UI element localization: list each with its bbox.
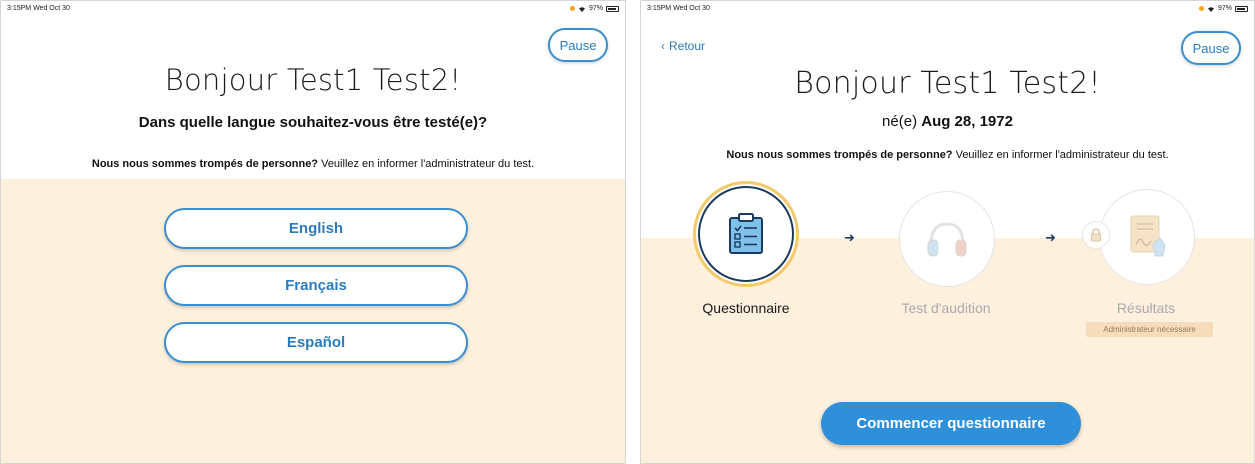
back-label: Retour [669, 39, 706, 53]
step-hearing-test-label: Test d'audition [901, 300, 991, 316]
page-title: Bonjour Test1 Test2! [794, 66, 1101, 101]
back-button[interactable]: ‹ Retour [661, 39, 705, 53]
start-questionnaire-button[interactable]: Commencer questionnaire [821, 402, 1081, 445]
headphones-icon [927, 222, 967, 257]
date-of-birth: né(e) Aug 28, 1972 [641, 113, 1254, 130]
step-hearing-test [899, 191, 995, 287]
arrow-right-icon: ➜ [1045, 230, 1056, 245]
status-time: 3:15PM Wed Oct 30 [647, 5, 710, 12]
wrong-person-notice: Nous nous sommes trompés de personne? Ve… [1, 158, 625, 170]
location-dot-icon [569, 6, 575, 11]
wifi-icon [1207, 6, 1214, 12]
status-time: 3:15PM Wed Oct 30 [7, 5, 70, 12]
status-bar: 3:15PM Wed Oct 30 97% [7, 5, 619, 15]
chevron-left-icon: ‹ [661, 39, 665, 53]
arrow-right-icon: ➜ [844, 230, 855, 245]
language-selection-screen: 3:15PM Wed Oct 30 97% Pause Bonjour Test… [0, 0, 626, 464]
signed-document-icon [1130, 215, 1166, 257]
language-french-button[interactable]: Français [164, 265, 468, 306]
status-indicators: 97% [569, 5, 619, 12]
step-results [1099, 189, 1195, 285]
status-bar: 3:15PM Wed Oct 30 97% [647, 5, 1248, 15]
test-overview-screen: 3:15PM Wed Oct 30 97% ‹ Retour Pause Bon… [640, 0, 1255, 464]
step-results-label: Résultats [1116, 300, 1176, 316]
clipboard-icon [729, 213, 763, 254]
language-spanish-button[interactable]: Español [164, 322, 468, 363]
step-questionnaire-label: Questionnaire [702, 300, 790, 316]
language-english-button[interactable]: English [164, 208, 468, 249]
language-question: Dans quelle langue souhaitez-vous être t… [138, 114, 488, 131]
pause-button[interactable]: Pause [548, 28, 608, 62]
page-title: Bonjour Test1 Test2! [164, 63, 462, 97]
wifi-icon [578, 6, 585, 12]
location-dot-icon [1198, 6, 1204, 11]
battery-icon [606, 5, 619, 12]
notice-bold: Nous nous sommes trompés de personne? [726, 149, 953, 161]
battery-icon [1235, 5, 1248, 12]
dob-value: Aug 28, 1972 [921, 113, 1013, 130]
step-questionnaire[interactable] [693, 181, 799, 287]
notice-text: Veuillez en informer l'administrateur du… [318, 158, 535, 170]
battery-percent: 97% [588, 5, 603, 12]
status-indicators: 97% [1198, 5, 1248, 12]
wrong-person-notice: Nous nous sommes trompés de personne? Ve… [641, 149, 1254, 161]
notice-text: Veuillez en informer l'administrateur du… [952, 149, 1169, 161]
step-questionnaire-inner-ring [698, 186, 794, 282]
pause-button[interactable]: Pause [1181, 31, 1241, 65]
battery-percent: 97% [1217, 5, 1232, 12]
notice-bold: Nous nous sommes trompés de personne? [91, 158, 319, 170]
lock-icon [1082, 221, 1110, 249]
admin-required-badge: Administrateur nécessaire [1086, 322, 1213, 337]
dob-prefix: né(e) [882, 113, 922, 130]
